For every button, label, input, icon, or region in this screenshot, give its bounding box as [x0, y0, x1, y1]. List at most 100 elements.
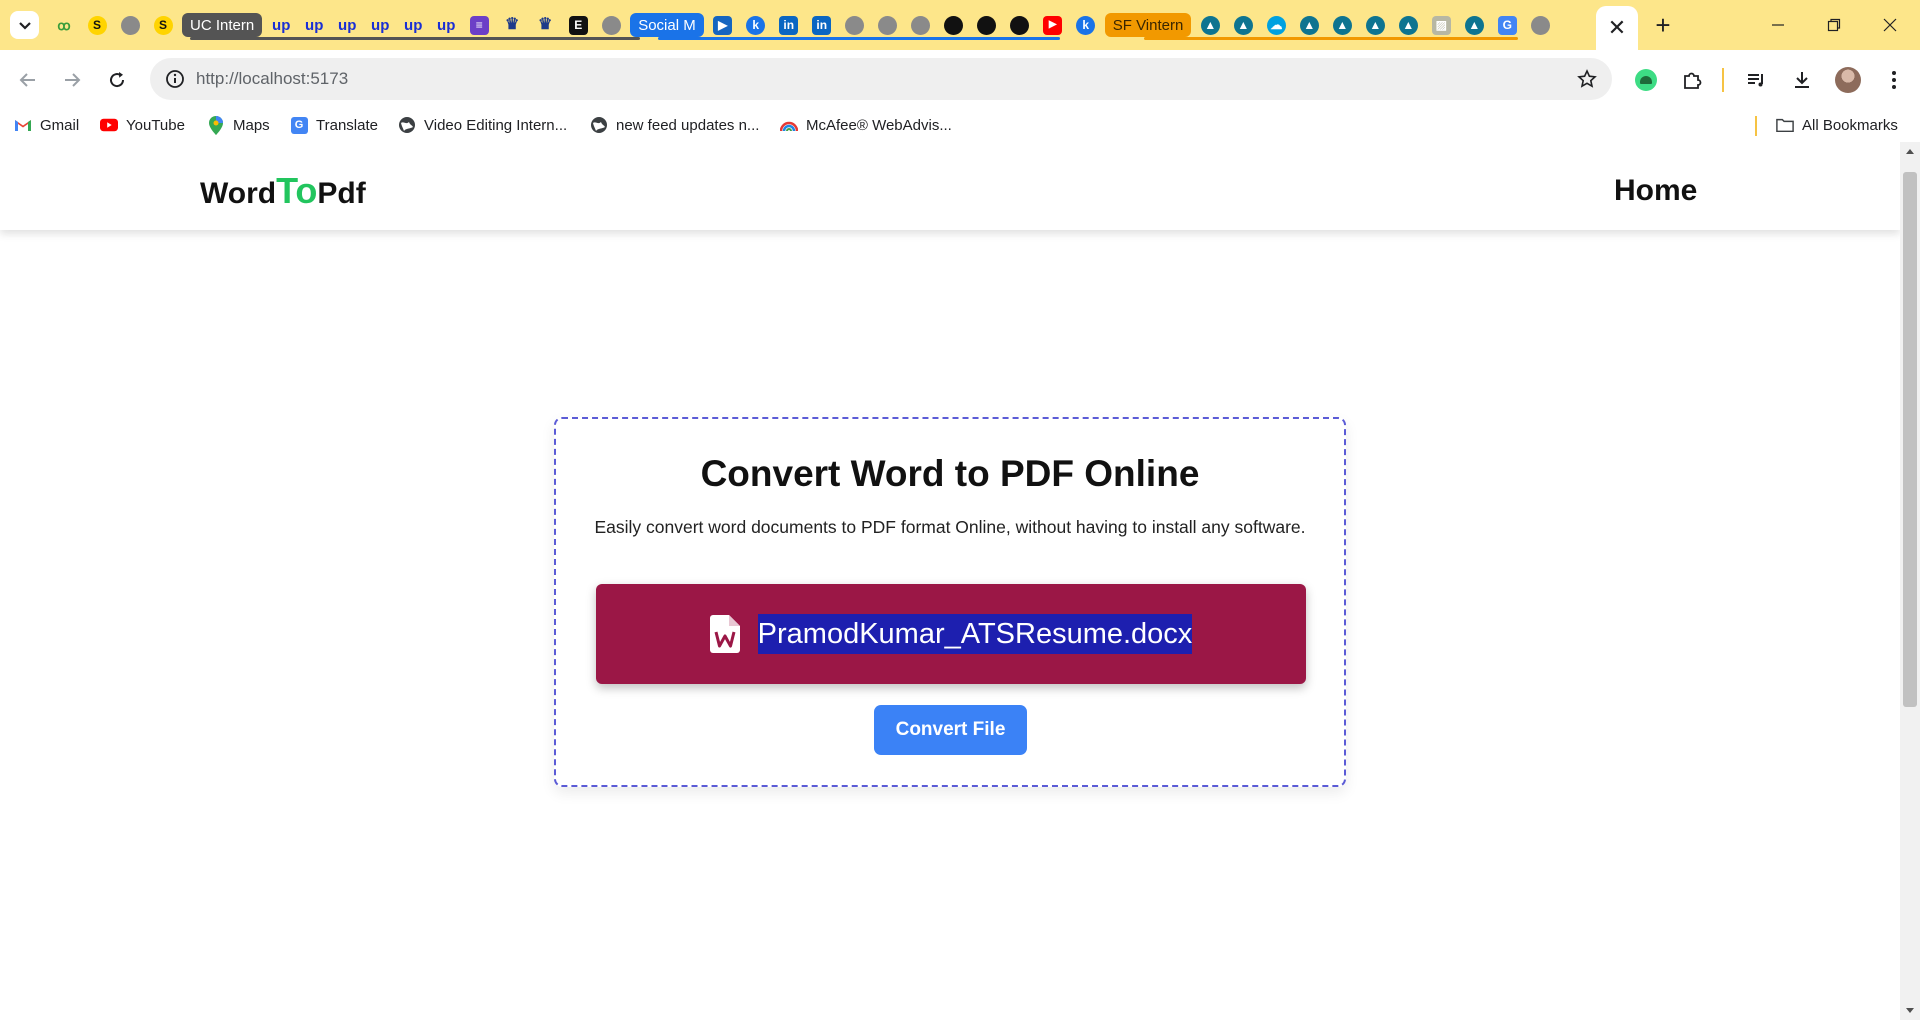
tab-favicon[interactable]: ♛ — [531, 12, 559, 38]
site-info-button[interactable] — [162, 66, 188, 92]
tab-group-social-m[interactable]: Social M — [630, 13, 704, 37]
crown-icon: ♛ — [538, 16, 553, 33]
bookmark-translate[interactable]: G Translate — [290, 114, 378, 136]
tab-favicon[interactable]: ꝏ — [50, 12, 78, 38]
bookmark-youtube[interactable]: YouTube — [100, 114, 185, 136]
globe-icon — [911, 15, 931, 35]
tab-group-sf-vintern[interactable]: SF Vintern — [1104, 13, 1192, 37]
globe-icon — [398, 116, 416, 134]
page-scrollbar[interactable] — [1900, 142, 1920, 1020]
tab-favicon[interactable]: ▲ — [1394, 12, 1422, 38]
tab-favicon[interactable]: k — [1072, 12, 1100, 38]
bookmark-mcafee[interactable]: McAfee® WebAdvis... — [780, 114, 952, 136]
tab-favicon[interactable]: ▲ — [1229, 12, 1257, 38]
scroll-up-arrow-icon[interactable] — [1900, 142, 1920, 160]
tab-favicon[interactable]: ▲ — [1328, 12, 1356, 38]
tab-favicon[interactable]: up — [333, 12, 361, 38]
tab-favicon[interactable]: ▲ — [1361, 12, 1389, 38]
tab-favicon[interactable]: ▶ — [709, 12, 737, 38]
close-tab-icon[interactable]: ✕ — [1608, 17, 1626, 39]
bookmark-label: Gmail — [40, 116, 80, 134]
downloads-button[interactable] — [1786, 64, 1818, 96]
profile-button[interactable] — [1832, 64, 1864, 96]
github-icon — [1010, 15, 1030, 35]
bookmark-gmail[interactable]: Gmail — [14, 114, 79, 136]
extension-button[interactable] — [1630, 64, 1662, 96]
tab-favicon[interactable]: ▲ — [1196, 12, 1224, 38]
tab-favicon[interactable]: ♛ — [498, 12, 526, 38]
close-icon — [1883, 18, 1897, 32]
globe-icon — [845, 15, 865, 35]
tab-favicon[interactable]: G — [1493, 12, 1521, 38]
tab-favicon[interactable]: ≡ — [465, 12, 493, 38]
tab-search-button[interactable] — [10, 11, 39, 39]
tab-favicon[interactable]: up — [267, 12, 295, 38]
bookmark-maps[interactable]: Maps — [207, 114, 270, 136]
reload-button[interactable] — [101, 64, 133, 96]
extensions-button[interactable] — [1676, 64, 1708, 96]
tab-favicon[interactable] — [841, 12, 869, 38]
bookmark-label: Video Editing Intern... — [424, 116, 568, 134]
nav-home-link[interactable]: Home — [1614, 174, 1697, 208]
restore-button[interactable] — [1806, 0, 1862, 50]
url-text[interactable]: http://localhost:5173 — [196, 69, 348, 89]
site-logo[interactable]: WordToPdf — [200, 170, 366, 212]
tab-favicon[interactable] — [973, 12, 1001, 38]
tab-favicon[interactable] — [1526, 12, 1554, 38]
all-bookmarks-button[interactable]: All Bookmarks — [1776, 114, 1898, 136]
address-bar[interactable]: http://localhost:5173 — [150, 58, 1612, 100]
upwork-icon: up — [404, 16, 423, 34]
maps-icon — [207, 115, 225, 135]
bookmark-label: McAfee® WebAdvis... — [806, 116, 952, 134]
tab-favicon[interactable]: in — [808, 12, 836, 38]
tab-favicon[interactable]: ▨ — [1427, 12, 1455, 38]
minimize-button[interactable] — [1750, 0, 1806, 50]
tab-favicon[interactable]: ▲ — [1295, 12, 1323, 38]
file-upload-area[interactable]: PramodKumar_ATSResume.docx — [596, 584, 1306, 684]
tab-favicon[interactable]: up — [432, 12, 460, 38]
video-icon: ▶ — [713, 15, 733, 35]
tab-favicon[interactable]: S — [149, 12, 177, 38]
tab-favicon[interactable]: up — [300, 12, 328, 38]
mountain-icon: ▲ — [1332, 15, 1352, 35]
tab-favicon[interactable] — [597, 12, 625, 38]
forward-button[interactable] — [56, 64, 88, 96]
scroll-down-arrow-icon[interactable] — [1900, 1002, 1920, 1020]
tab-favicon[interactable]: ▲ — [1460, 12, 1488, 38]
mcafee-icon — [780, 116, 798, 134]
tab-favicon[interactable]: ▶ — [1039, 12, 1067, 38]
logo-to: To — [276, 170, 318, 211]
back-button[interactable] — [12, 64, 44, 96]
bookmark-video-editing[interactable]: Video Editing Intern... — [398, 114, 567, 136]
tab-favicon[interactable] — [907, 12, 935, 38]
bookmark-feed-updates[interactable]: new feed updates n... — [590, 114, 759, 136]
folder-icon — [1776, 116, 1794, 134]
tab-favicon[interactable]: up — [399, 12, 427, 38]
browser-menu-button[interactable] — [1878, 64, 1910, 96]
tab-favicon[interactable] — [116, 12, 144, 38]
tab-favicon[interactable]: E — [564, 12, 592, 38]
tab-favicon[interactable]: S — [83, 12, 111, 38]
arrow-right-icon — [65, 73, 81, 87]
tab-group-uc-intern[interactable]: UC Intern — [182, 13, 263, 37]
tab-favicon[interactable]: k — [742, 12, 770, 38]
tab-favicon[interactable]: up — [366, 12, 394, 38]
tab-favicon[interactable] — [1006, 12, 1034, 38]
youtube-icon — [100, 116, 118, 134]
tab-favicon[interactable] — [940, 12, 968, 38]
tab-favicon[interactable] — [874, 12, 902, 38]
chevron-down-icon — [18, 22, 31, 30]
bookmark-label: new feed updates n... — [616, 116, 760, 134]
media-control-button[interactable] — [1740, 64, 1772, 96]
linkedin-icon: in — [812, 15, 832, 35]
translate-icon: G — [290, 116, 308, 134]
new-tab-button[interactable]: + — [1648, 10, 1678, 40]
close-window-button[interactable] — [1862, 0, 1918, 50]
convert-file-button[interactable]: Convert File — [874, 705, 1027, 755]
active-tab[interactable]: ✕ — [1596, 6, 1638, 50]
tab-favicon[interactable]: ☁ — [1262, 12, 1290, 38]
tab-favicon[interactable]: in — [775, 12, 803, 38]
scroll-thumb[interactable] — [1903, 172, 1917, 707]
puzzle-icon — [1684, 72, 1702, 89]
bookmark-star-button[interactable] — [1574, 66, 1600, 92]
